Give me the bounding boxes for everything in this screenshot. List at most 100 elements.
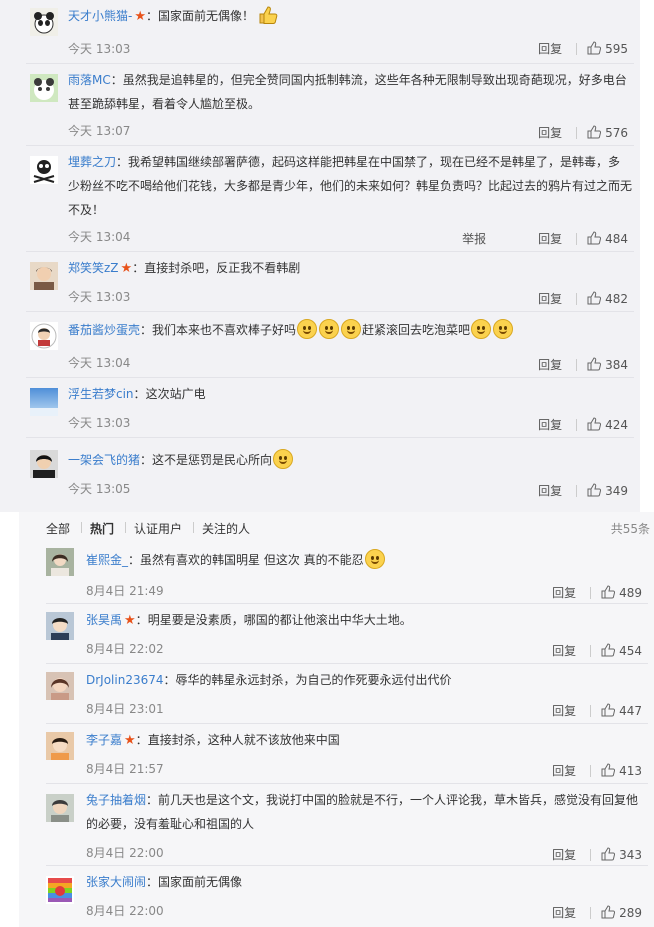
- avatar[interactable]: [46, 794, 74, 822]
- comment-text: 国家面前无偶像: [158, 875, 243, 889]
- comment-item: 天才小熊猫- ★：国家面前无偶像！ 今天 13:03 回复 595: [0, 0, 640, 64]
- comment-item: 郑笑笑zZ ★：直接封杀吧，反正我不看韩剧 今天 13:03 回复 482: [0, 252, 640, 312]
- vip-star-icon: ★: [134, 9, 146, 24]
- reply-button[interactable]: 回复: [552, 702, 576, 719]
- avatar[interactable]: [46, 548, 74, 576]
- username-link[interactable]: 一架会飞的猪: [68, 453, 140, 467]
- comment-item: 雨落MC：虽然我是追韩星的，但完全赞同国内抵制韩流，这些年各种无限制导致出现奇葩…: [0, 64, 640, 146]
- username-link[interactable]: DrJolin23674: [86, 673, 164, 687]
- tab-all[interactable]: 全部: [46, 520, 70, 537]
- like-button[interactable]: 384: [587, 357, 628, 372]
- colon: ：: [116, 155, 129, 169]
- avatar[interactable]: [30, 322, 58, 350]
- tab-verified[interactable]: 认证用户: [134, 520, 182, 537]
- reply-button[interactable]: 回复: [552, 584, 576, 601]
- avatar[interactable]: [46, 876, 74, 904]
- like-button[interactable]: 349: [587, 483, 628, 498]
- comment-item: 张昊禹 ★：明星要是没素质，哪国的都让他滚出中华大土地。 8月4日 22:02 回…: [19, 604, 654, 664]
- divider: [576, 358, 578, 371]
- reply-button[interactable]: 回复: [538, 290, 562, 307]
- like-button[interactable]: 482: [587, 291, 628, 306]
- avatar[interactable]: [30, 262, 58, 290]
- divider: [576, 484, 578, 497]
- like-count: 482: [605, 292, 628, 306]
- smiley-emoji-icon: [471, 319, 492, 339]
- comment-time: 今天 13:03: [68, 42, 131, 56]
- username-link[interactable]: 浮生若梦cin: [68, 387, 134, 401]
- username-link[interactable]: 崔熙金_: [86, 553, 128, 567]
- comment-item: 一架会飞的猪：这不是惩罚是民心所向 今天 13:05 回复 349: [0, 438, 640, 504]
- divider: [576, 126, 578, 139]
- thumbs-up-emoji-icon: [258, 6, 278, 24]
- divider: [590, 704, 592, 717]
- avatar[interactable]: [30, 388, 58, 416]
- username-link[interactable]: 雨落MC: [68, 73, 111, 87]
- divider: [590, 906, 592, 919]
- divider: [590, 586, 592, 599]
- reply-button[interactable]: 回复: [538, 230, 562, 247]
- comment-text: 这次站广电: [145, 387, 206, 401]
- colon: ：: [110, 73, 123, 87]
- username-link[interactable]: 天才小熊猫-: [68, 9, 132, 23]
- divider: [125, 522, 126, 533]
- like-button[interactable]: 484: [587, 231, 628, 246]
- reply-button[interactable]: 回复: [538, 416, 562, 433]
- username-link[interactable]: 兔子抽着烟: [86, 793, 146, 807]
- reply-button[interactable]: 回复: [552, 904, 576, 921]
- reply-button[interactable]: 回复: [538, 482, 562, 499]
- like-button[interactable]: 454: [601, 643, 642, 658]
- comment-item: 张家大闹闹：国家面前无偶像 8月4日 22:00 回复 289: [19, 866, 654, 926]
- avatar[interactable]: [30, 450, 58, 478]
- reply-button[interactable]: 回复: [538, 356, 562, 373]
- smiley-emoji-icon: [341, 319, 362, 339]
- like-button[interactable]: 343: [601, 847, 642, 862]
- comment-text: 直接封杀吧，反正我不看韩剧: [144, 261, 301, 275]
- reply-button[interactable]: 回复: [538, 124, 562, 141]
- avatar[interactable]: [30, 8, 58, 36]
- avatar[interactable]: [30, 74, 58, 102]
- top-comments-panel: 天才小熊猫- ★：国家面前无偶像！ 今天 13:03 回复 595 雨落MC：虽然…: [0, 0, 640, 512]
- reply-button[interactable]: 回复: [538, 40, 562, 57]
- avatar[interactable]: [30, 156, 58, 184]
- vip-star-icon: ★: [120, 261, 133, 276]
- colon: ：: [140, 323, 153, 337]
- comment-text: 辱华的韩星永远封杀，为自己的作死要永远付出代价: [175, 673, 452, 687]
- username-link[interactable]: 张昊禹: [86, 613, 122, 627]
- like-button[interactable]: 576: [587, 125, 628, 140]
- smiley-emoji-icon: [493, 319, 514, 339]
- comment-time: 今天 13:03: [68, 416, 131, 430]
- tab-hot[interactable]: 热门: [90, 520, 114, 537]
- avatar[interactable]: [46, 612, 74, 640]
- username-link[interactable]: 番茄酱炒蛋壳: [68, 323, 140, 337]
- like-button[interactable]: 489: [601, 585, 642, 600]
- username-link[interactable]: 郑笑笑zZ: [68, 261, 119, 275]
- avatar[interactable]: [46, 672, 74, 700]
- reply-button[interactable]: 回复: [552, 846, 576, 863]
- like-button[interactable]: 447: [601, 703, 642, 718]
- username-link[interactable]: 张家大闹闹: [86, 875, 146, 889]
- reply-button[interactable]: 回复: [552, 762, 576, 779]
- bottom-comments-panel: 全部 热门 认证用户 关注的人 共55条 崔熙金_：虽然有喜欢的韩国明星 但这次…: [19, 512, 654, 927]
- colon: ：: [128, 553, 141, 567]
- comment-text: 虽然有喜欢的韩国明星 但这次 真的不能忍: [140, 553, 364, 567]
- colon: ：: [146, 793, 159, 807]
- reply-button[interactable]: 回复: [552, 642, 576, 659]
- tab-following[interactable]: 关注的人: [202, 520, 250, 537]
- thumbs-up-icon: [601, 847, 616, 861]
- like-button[interactable]: 289: [601, 905, 642, 920]
- like-button[interactable]: 595: [587, 41, 628, 56]
- username-link[interactable]: 李子嘉: [86, 733, 122, 747]
- thumbs-up-icon: [587, 291, 602, 305]
- like-button[interactable]: 413: [601, 763, 642, 778]
- divider: [590, 644, 592, 657]
- avatar[interactable]: [46, 732, 74, 760]
- comment-time: 8月4日 21:57: [86, 762, 164, 776]
- report-button[interactable]: 举报: [462, 230, 486, 247]
- colon: ：: [140, 453, 153, 467]
- like-count: 484: [605, 232, 628, 246]
- comment-filter-tabs: 全部 热门 认证用户 关注的人 共55条: [19, 512, 654, 542]
- comment-text: 直接封杀，这种人就不该放他来中国: [147, 733, 340, 747]
- thumbs-up-icon: [601, 643, 616, 657]
- username-link[interactable]: 埋葬之刀: [68, 155, 116, 169]
- like-button[interactable]: 424: [587, 417, 628, 432]
